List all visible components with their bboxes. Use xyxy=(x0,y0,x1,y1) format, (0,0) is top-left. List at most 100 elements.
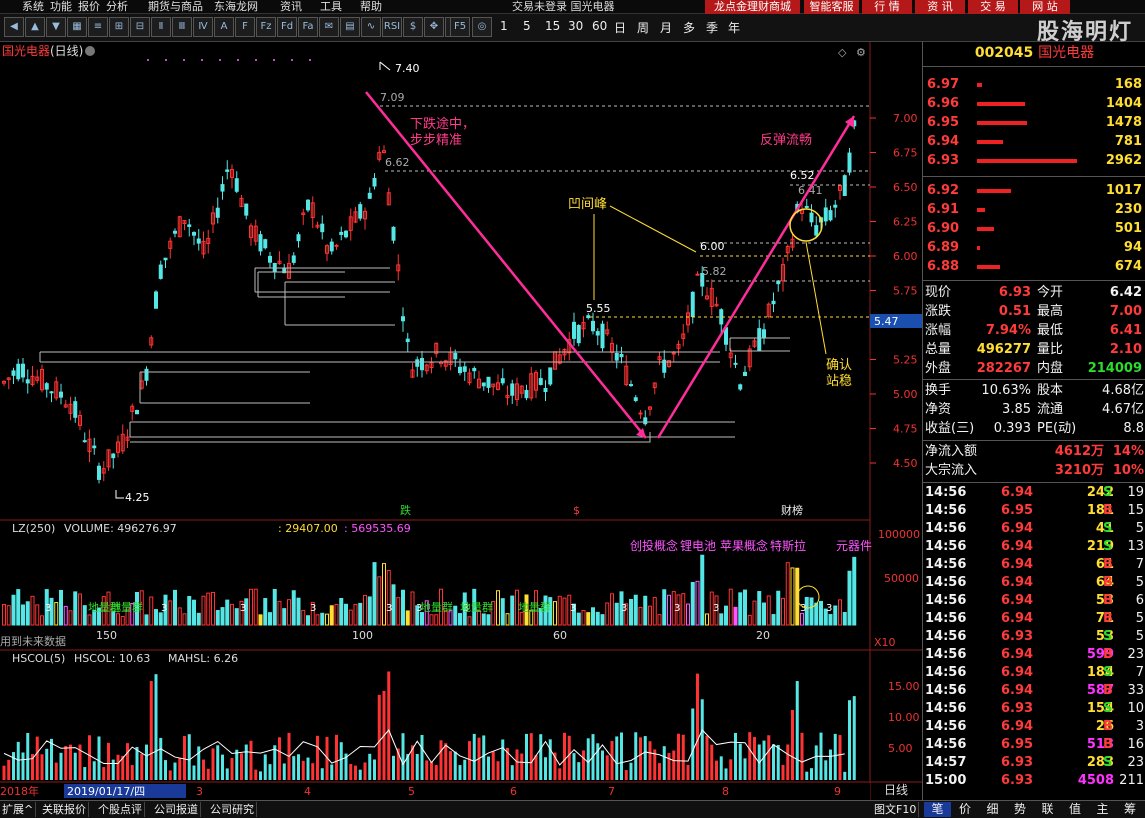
bottom-tab-3[interactable]: 公司报道 xyxy=(152,802,201,817)
turnover-bar xyxy=(734,732,737,780)
stat-value: 0.51 xyxy=(998,304,1031,319)
right-tab-0[interactable]: 笔 xyxy=(924,802,951,817)
toolbar-icon-11[interactable]: F xyxy=(235,17,255,37)
volume-bar xyxy=(586,612,591,626)
lz-title: LZ(250) xyxy=(12,522,55,535)
menu-item-1[interactable]: 功能 xyxy=(50,0,72,13)
flow-percent: 10% xyxy=(1112,463,1144,478)
toolbar-icon-5[interactable]: ⊞ xyxy=(109,17,129,37)
volume-bar xyxy=(358,602,363,626)
toolbar-icon-13[interactable]: Fd xyxy=(277,17,297,37)
right-tab-3[interactable]: 势 xyxy=(1007,802,1034,817)
period-button[interactable]: 日线 xyxy=(884,783,908,797)
diamond-icon[interactable]: ◇ xyxy=(838,46,847,59)
toolbar-icon-6[interactable]: ⊟ xyxy=(130,17,150,37)
toolbar-icon-9[interactable]: Ⅳ xyxy=(193,17,213,37)
volume-bar xyxy=(173,589,177,626)
menu-item-5[interactable]: 东海龙网 xyxy=(214,0,258,13)
menu-item-2[interactable]: 报价 xyxy=(78,0,100,13)
period-6[interactable]: 周 xyxy=(637,19,649,36)
turnover-bar xyxy=(225,768,229,780)
bottom-tab-4[interactable]: 公司研究 xyxy=(208,802,257,817)
right-tab-1[interactable]: 价 xyxy=(952,802,979,817)
period-4[interactable]: 60 xyxy=(592,19,607,33)
tick-time: 14:56 xyxy=(925,719,967,734)
concept-label-2: 苹果概念 xyxy=(720,538,768,553)
toolbar-icon-2[interactable]: ▼ xyxy=(46,17,66,37)
event-mark-2[interactable]: 财榜 xyxy=(781,503,803,517)
lz-volume: VOLUME: 496276.97 xyxy=(64,522,177,535)
period-1[interactable]: 5 xyxy=(523,19,531,33)
toolbar-icon-18[interactable]: RSI xyxy=(382,17,402,37)
period-7[interactable]: 月 xyxy=(660,19,672,36)
toolbar-icon-17[interactable]: ∿ xyxy=(361,17,381,37)
bid-price: 6.89 xyxy=(927,240,960,255)
top-button-2[interactable]: 行 情 xyxy=(862,0,912,14)
period-10[interactable]: 年 xyxy=(728,19,740,36)
toolbar-icon-0[interactable]: ◀ xyxy=(4,17,24,37)
top-button-0[interactable]: 龙点金理财商城 xyxy=(705,0,800,14)
turnover-bar xyxy=(320,768,324,780)
turnover-bar xyxy=(605,755,609,780)
ask-price: 6.95 xyxy=(927,115,960,130)
signal-mark: 3 xyxy=(570,603,576,614)
toolbar-icon-19[interactable]: $ xyxy=(403,17,423,37)
period-5[interactable]: 日 xyxy=(614,19,626,36)
stat-row: 现价 6.93 今开 6.42 xyxy=(923,284,1145,302)
period-8[interactable]: 多 xyxy=(683,19,695,36)
bid-price: 6.91 xyxy=(927,202,960,217)
turnover-bar xyxy=(838,735,842,780)
volume-bar xyxy=(291,590,296,626)
toolbar-icon-10[interactable]: A xyxy=(214,17,234,37)
toolbar-icon-7[interactable]: Ⅱ xyxy=(151,17,171,37)
period-icon[interactable]: ◎ xyxy=(472,17,492,37)
stat-label: 总量 xyxy=(925,342,952,357)
right-tab-6[interactable]: 主 xyxy=(1089,802,1116,817)
volume-bar xyxy=(842,611,847,626)
menu-item-0[interactable]: 系统 xyxy=(22,0,44,13)
dropdown-icon[interactable] xyxy=(85,46,95,56)
right-tab-2[interactable]: 细 xyxy=(979,802,1006,817)
tick-row: 14:56 6.94 26 B 3 xyxy=(923,718,1145,736)
period-2[interactable]: 15 xyxy=(545,19,560,33)
top-button-3[interactable]: 资 讯 xyxy=(915,0,965,14)
event-mark-0[interactable]: 跌 xyxy=(400,503,411,517)
period-3[interactable]: 30 xyxy=(568,19,583,33)
bottom-tab-1[interactable]: 关联报价 xyxy=(40,802,89,817)
menu-item-4[interactable]: 期货与商品 xyxy=(148,0,203,13)
settings-icon[interactable]: ⚙ xyxy=(856,46,866,59)
toolbar-icon-3[interactable]: ▦ xyxy=(67,17,87,37)
f5-icon[interactable]: F5 xyxy=(450,17,470,37)
right-tab-5[interactable]: 值 xyxy=(1062,802,1089,817)
bottom-tab-2[interactable]: 个股点评 xyxy=(96,802,145,817)
menu-item-8[interactable]: 帮助 xyxy=(360,0,382,13)
candle-body xyxy=(296,234,301,242)
toolbar-icon-4[interactable]: ≡ xyxy=(88,17,108,37)
stat-label: 外盘 xyxy=(925,361,952,376)
x10-label[interactable]: X10 xyxy=(874,636,896,649)
bottom-tab-0[interactable]: 扩展^ xyxy=(0,802,37,817)
period-0[interactable]: 1 xyxy=(500,19,508,33)
menu-item-7[interactable]: 工具 xyxy=(320,0,342,13)
period-9[interactable]: 季 xyxy=(706,19,718,36)
toolbar-icon-20[interactable]: ✥ xyxy=(424,17,444,37)
right-tab-4[interactable]: 联 xyxy=(1034,802,1061,817)
toolbar-icon-15[interactable]: ✉ xyxy=(319,17,339,37)
event-mark-1[interactable]: $ xyxy=(573,504,580,517)
right-tab-f10[interactable]: 图文F10 xyxy=(872,802,920,817)
hscol-title: HSCOL(5) xyxy=(12,652,65,665)
toolbar-icon-8[interactable]: Ⅲ xyxy=(172,17,192,37)
toolbar-icon-16[interactable]: ▤ xyxy=(340,17,360,37)
right-tab-7[interactable]: 筹 xyxy=(1117,802,1144,817)
tick-time: 14:57 xyxy=(925,755,967,770)
toolbar-icon-14[interactable]: Fa xyxy=(298,17,318,37)
menu-item-6[interactable]: 资讯 xyxy=(280,0,302,13)
menu-item-3[interactable]: 分析 xyxy=(106,0,128,13)
group-label-3: 地量群 xyxy=(460,600,493,614)
top-button-1[interactable]: 智能客服 xyxy=(804,0,859,14)
top-button-4[interactable]: 交 易 xyxy=(968,0,1018,14)
chart-area[interactable]: 国光电器 (日线) ◇ ⚙ 7.00 6.75 6.50 6.25 6.00 5.75 5.25 5.… xyxy=(0,42,922,800)
toolbar-icon-1[interactable]: ▲ xyxy=(25,17,45,37)
toolbar-icon-12[interactable]: Fz xyxy=(256,17,276,37)
top-button-5[interactable]: 网 站 xyxy=(1020,0,1070,14)
